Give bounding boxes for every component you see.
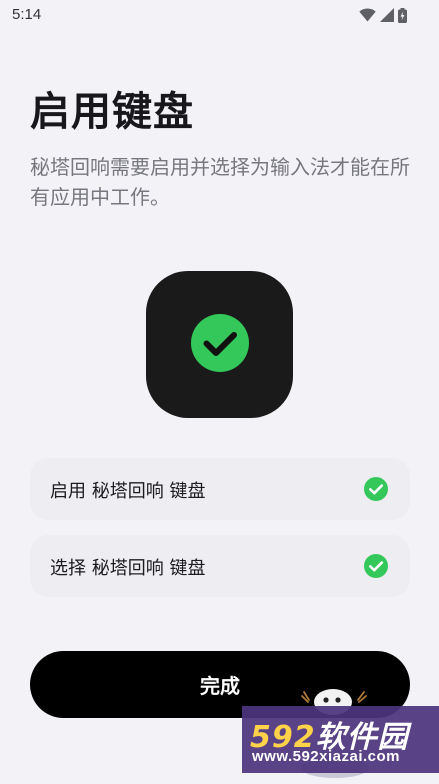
status-icons [359,7,407,23]
check-circle-icon [190,313,249,376]
keyboard-app-icon [146,271,293,418]
step-label: 选择 秘塔回响 键盘 [50,558,206,579]
page-title: 启用键盘 [30,89,194,135]
signal-icon [380,8,394,22]
step-enable-keyboard[interactable]: 启用 秘塔回响 键盘 [30,458,410,520]
battery-icon [398,7,407,23]
step-select-keyboard[interactable]: 选择 秘塔回响 键盘 [30,535,410,597]
watermark-url: www.592xiazai.com [252,748,401,765]
check-circle-icon [364,477,388,501]
status-bar: 5:14 [0,0,439,30]
wifi-icon [359,8,376,22]
step-label: 启用 秘塔回响 键盘 [50,481,206,502]
page-description: 秘塔回响需要启用并选择为输入法才能在所有应用中工作。 [30,155,410,209]
watermark-overlay: 592软件园 www.592xiazai.com [242,706,439,773]
status-time: 5:14 [12,6,42,23]
check-circle-icon [364,554,388,578]
